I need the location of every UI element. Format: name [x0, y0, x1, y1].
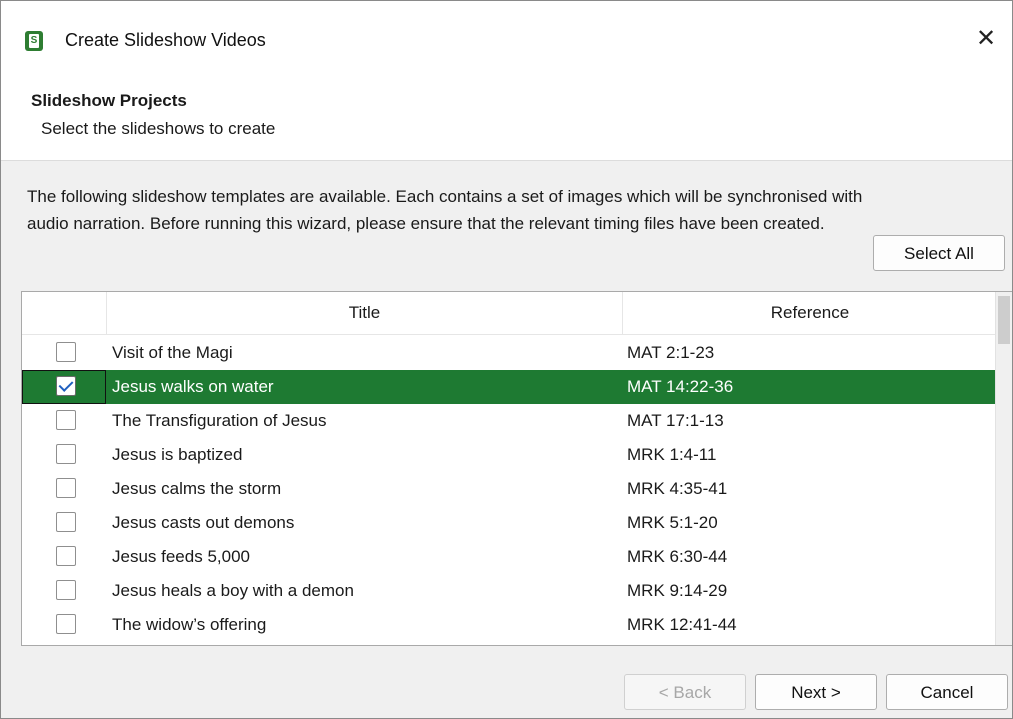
row-checkbox[interactable] — [56, 376, 76, 396]
row-checkbox[interactable] — [56, 580, 76, 600]
row-title: The Transfiguration of Jesus — [112, 411, 327, 430]
row-checkbox[interactable] — [56, 546, 76, 566]
row-title: Jesus casts out demons — [112, 513, 295, 532]
row-title: Jesus walks on water — [112, 377, 274, 396]
vertical-scrollbar[interactable] — [995, 292, 1012, 645]
row-reference: MRK 12:41-44 — [627, 615, 737, 634]
column-header-title[interactable]: Title — [107, 292, 623, 334]
row-reference: MAT 17:1-13 — [627, 411, 724, 430]
scrollbar-thumb[interactable] — [998, 296, 1010, 344]
table-row[interactable]: Jesus feeds 5,000 MRK 6:30-44 — [22, 540, 997, 574]
close-icon[interactable]: ✕ — [972, 25, 1000, 53]
table-row[interactable]: Jesus heals a boy with a demon MRK 9:14-2… — [22, 574, 997, 608]
back-button[interactable]: < Back — [624, 674, 746, 710]
row-reference: MRK 5:1-20 — [627, 513, 718, 532]
table-row[interactable]: Jesus walks on water MAT 14:22-36 — [22, 370, 997, 404]
row-checkbox[interactable] — [56, 444, 76, 464]
table-row[interactable]: Jesus calms the storm MRK 4:35-41 — [22, 472, 997, 506]
row-checkbox[interactable] — [56, 512, 76, 532]
table-row[interactable]: Jesus casts out demons MRK 5:1-20 — [22, 506, 997, 540]
cancel-button[interactable]: Cancel — [886, 674, 1008, 710]
row-title: The widow’s offering — [112, 615, 267, 634]
row-title: Jesus is baptized — [112, 445, 243, 464]
select-all-button[interactable]: Select All — [873, 235, 1005, 271]
table-header: Title Reference — [22, 292, 997, 335]
row-checkbox[interactable] — [56, 410, 76, 430]
row-reference: MRK 9:14-29 — [627, 581, 728, 600]
slideshow-table: Title Reference Visit of the Magi MAT 2:1… — [21, 291, 1012, 646]
app-icon — [25, 31, 43, 51]
row-reference: MRK 6:30-44 — [627, 547, 728, 566]
row-reference: MAT 2:1-23 — [627, 343, 715, 362]
row-checkbox[interactable] — [56, 614, 76, 634]
row-title: Jesus feeds 5,000 — [112, 547, 250, 566]
row-title: Jesus heals a boy with a demon — [112, 581, 354, 600]
table-row[interactable]: Jesus is baptized MRK 1:4-11 — [22, 438, 997, 472]
title-bar: Create Slideshow Videos ✕ — [1, 1, 1012, 71]
page-title: Slideshow Projects — [31, 91, 187, 110]
table-row[interactable]: The widow’s offering MRK 12:41-44 — [22, 608, 997, 642]
table-row[interactable]: The Transfiguration of Jesus MAT 17:1-13 — [22, 404, 997, 438]
next-button[interactable]: Next > — [755, 674, 877, 710]
description-text: The following slideshow templates are av… — [27, 187, 863, 233]
column-header-reference[interactable]: Reference — [623, 292, 997, 334]
row-title: Visit of the Magi — [112, 343, 233, 362]
row-reference: MRK 1:4-11 — [627, 445, 717, 464]
wizard-header: Slideshow Projects Select the slideshows… — [1, 71, 1012, 161]
row-checkbox[interactable] — [56, 342, 76, 362]
row-reference: MRK 4:35-41 — [627, 479, 728, 498]
table-row[interactable]: Visit of the Magi MAT 2:1-23 — [22, 336, 997, 370]
table-body: Visit of the Magi MAT 2:1-23 Jesus walks o… — [22, 336, 997, 642]
row-checkbox[interactable] — [56, 478, 76, 498]
window-title: Create Slideshow Videos — [65, 30, 266, 50]
column-header-check[interactable] — [22, 292, 107, 334]
row-reference: MAT 14:22-36 — [627, 377, 734, 396]
page-subtitle: Select the slideshows to create — [41, 119, 276, 138]
row-title: Jesus calms the storm — [112, 479, 282, 498]
dialog-window: Create Slideshow Videos ✕ Slideshow Proj… — [0, 0, 1013, 719]
